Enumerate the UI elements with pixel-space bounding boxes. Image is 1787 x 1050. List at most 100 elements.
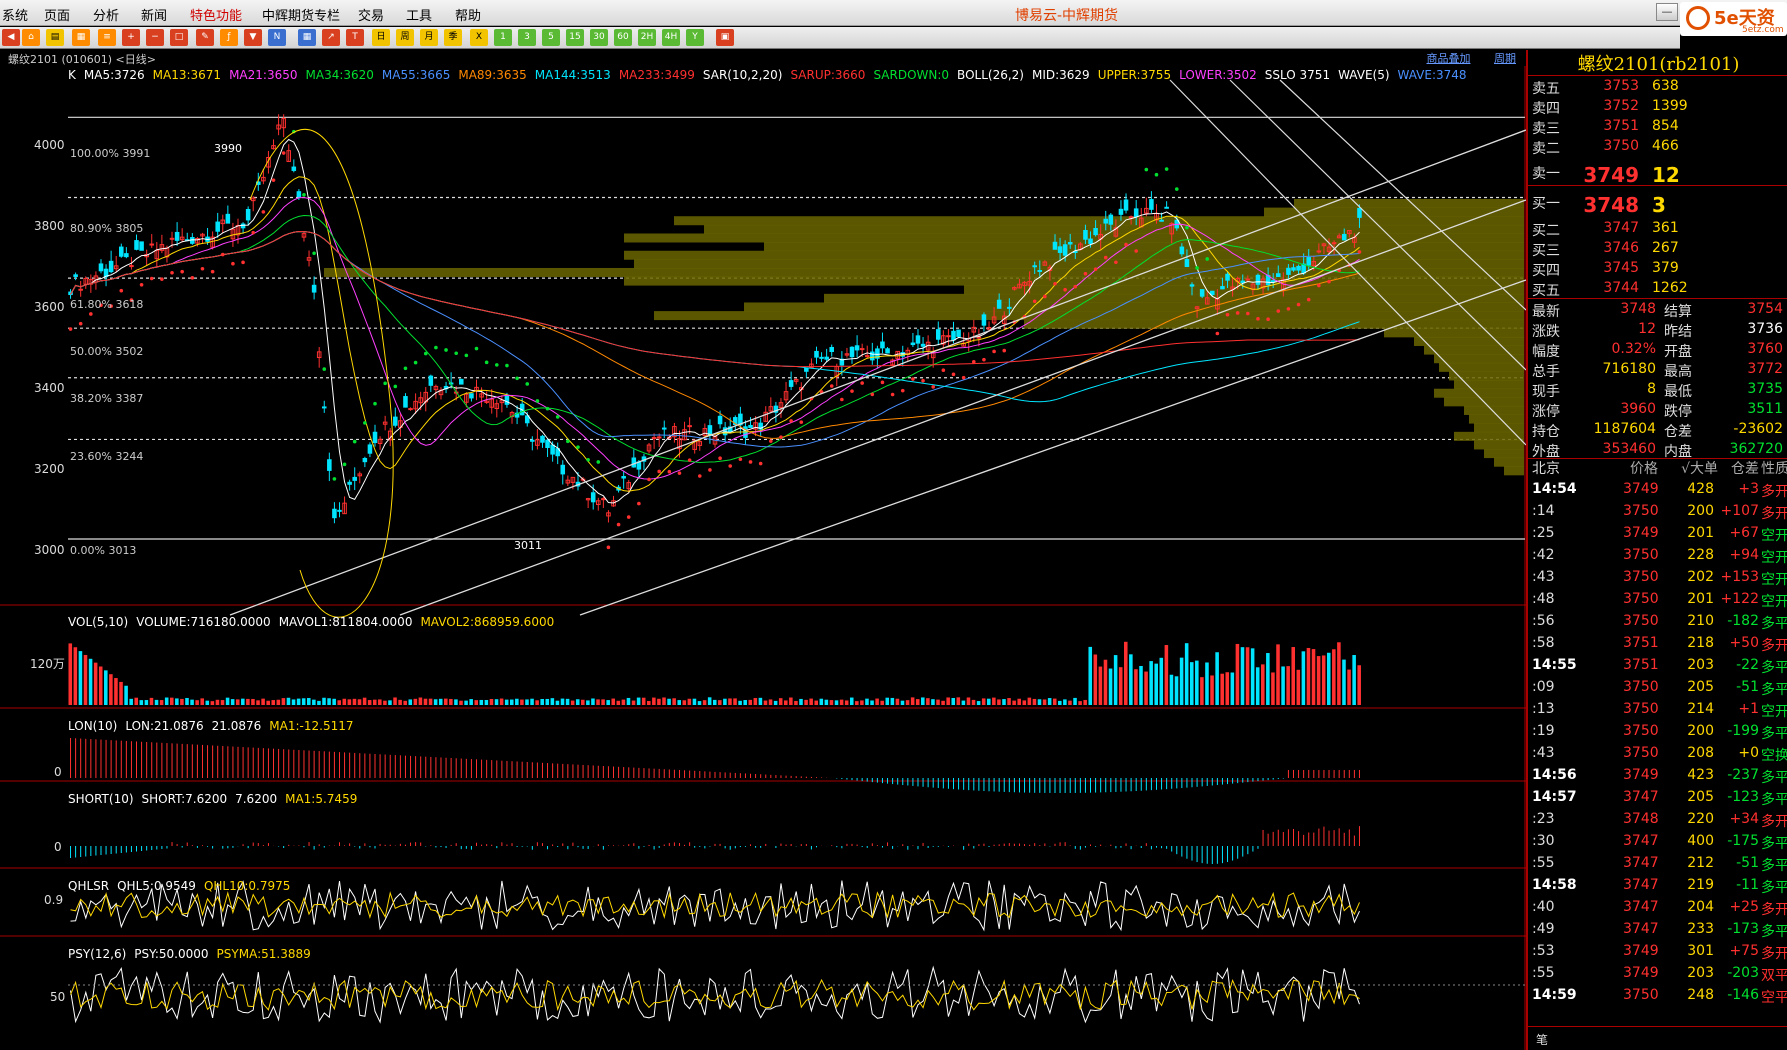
- sar-dot: [890, 392, 895, 397]
- volume-bar: [692, 698, 697, 705]
- home-icon[interactable]: ⌂: [22, 29, 40, 46]
- period-x-button[interactable]: X: [470, 29, 488, 46]
- candle-body: [1275, 273, 1281, 278]
- lon-axis-label: 0: [54, 765, 62, 779]
- sar-dot: [139, 282, 144, 287]
- volume-bar: [408, 699, 413, 705]
- new-icon[interactable]: N: [268, 29, 286, 46]
- list-icon[interactable]: ≡: [98, 29, 116, 46]
- tick-row: :58 3751 218 +50 多开: [1532, 635, 1787, 654]
- daily-icon[interactable]: 日: [372, 29, 390, 46]
- zoom-out-icon[interactable]: −: [146, 29, 164, 46]
- indicator-icon[interactable]: ƒ: [220, 29, 238, 46]
- bid-row[interactable]: 买三 3746 267: [1528, 240, 1787, 260]
- volume-bar: [616, 700, 621, 705]
- volume-bar: [581, 699, 585, 705]
- ask-row[interactable]: 卖三 3751 854: [1528, 118, 1787, 138]
- price-axis-label: 3000: [34, 543, 65, 557]
- volume-bar: [1261, 664, 1265, 705]
- grid-icon[interactable]: ▦: [298, 29, 316, 46]
- period-2h-button[interactable]: 2H: [638, 29, 656, 46]
- indicator-value: LON(10): [68, 719, 118, 733]
- candle-body: [1093, 227, 1098, 236]
- period-y-button[interactable]: Y: [686, 29, 704, 46]
- period-month-button[interactable]: 月: [420, 29, 438, 46]
- ask-row[interactable]: 卖四 3752 1399: [1528, 98, 1787, 118]
- period-3-button[interactable]: 3: [518, 29, 536, 46]
- menu-news[interactable]: 新闻: [141, 5, 167, 24]
- menu-featured[interactable]: 特色功能: [190, 5, 242, 24]
- candle-body: [321, 406, 327, 409]
- sar-dot: [545, 406, 550, 411]
- volume-bar: [504, 699, 509, 705]
- volume-profile-bar: [1474, 423, 1524, 433]
- tick-tab[interactable]: 笔: [1536, 1031, 1548, 1048]
- menu-trade[interactable]: 交易: [358, 5, 384, 24]
- bid-row[interactable]: 买四 3745 379: [1528, 260, 1787, 280]
- period-15-button[interactable]: 15: [566, 29, 584, 46]
- volume-bar: [1200, 677, 1204, 705]
- calendar-icon[interactable]: ▣: [716, 29, 734, 46]
- sar-dot: [231, 261, 235, 266]
- main-indicator-legend: K MA5:3726 MA13:3671 MA21:3650 MA34:3620 MA55…: [68, 68, 1475, 82]
- period-1-button[interactable]: 1: [494, 29, 512, 46]
- volume-bar: [423, 698, 428, 705]
- volume-bar: [164, 697, 169, 705]
- volume-bar: [241, 698, 245, 705]
- sar-dot: [1195, 266, 1199, 270]
- period-link[interactable]: 周期: [1494, 52, 1516, 65]
- volume-bar: [438, 698, 443, 705]
- volume-bar: [545, 698, 550, 705]
- period-5-button[interactable]: 5: [542, 29, 560, 46]
- period-60-button[interactable]: 60: [614, 29, 632, 46]
- bid-row[interactable]: 买一 3748 3: [1528, 193, 1787, 217]
- ask-row[interactable]: 卖二 3750 466: [1528, 138, 1787, 158]
- volume-bar: [1139, 665, 1143, 705]
- menu-tools[interactable]: 工具: [406, 5, 432, 24]
- bid-label: 买三: [1532, 243, 1560, 259]
- back-icon[interactable]: ◀: [2, 29, 20, 46]
- ask-row[interactable]: 卖一 3749 12: [1528, 163, 1787, 187]
- volume-bar: [784, 700, 788, 705]
- chart-icon[interactable]: ▦: [72, 29, 90, 46]
- menu-system[interactable]: 系统: [2, 5, 28, 24]
- period-quarter-button[interactable]: 季: [444, 29, 462, 46]
- bid-row[interactable]: 买五 3744 1262: [1528, 280, 1787, 300]
- menu-help[interactable]: 帮助: [455, 5, 481, 24]
- sar-dot: [718, 456, 722, 461]
- ask-row[interactable]: 卖五 3753 638: [1528, 78, 1787, 98]
- period-week-button[interactable]: 周: [396, 29, 414, 46]
- volume-bar: [814, 700, 819, 705]
- tick-icon[interactable]: T: [346, 29, 364, 46]
- app-window: 系统 页面 分析 新闻 特色功能 中辉期货专栏 交易 工具 帮助 博易云-中辉期…: [0, 0, 1787, 1050]
- menu-zhonghui-column[interactable]: 中辉期货专栏: [262, 5, 340, 24]
- overlay-link[interactable]: 商品叠加: [1427, 52, 1471, 65]
- volume-bar: [677, 700, 681, 705]
- volume-bar: [931, 699, 935, 705]
- candle-body: [1067, 242, 1073, 245]
- volume-bar: [1169, 674, 1174, 705]
- bid-row[interactable]: 买二 3747 361: [1528, 220, 1787, 240]
- kline-chart[interactable]: [0, 50, 1526, 1050]
- candle-body: [134, 240, 139, 250]
- period-30-button[interactable]: 30: [590, 29, 608, 46]
- menu-analysis[interactable]: 分析: [93, 5, 119, 24]
- minimize-button[interactable]: —: [1656, 3, 1678, 21]
- volume-bar: [1210, 675, 1214, 705]
- period-4h-button[interactable]: 4H: [662, 29, 680, 46]
- volume-bar: [322, 697, 326, 705]
- menu-page[interactable]: 页面: [44, 5, 70, 24]
- draw-icon[interactable]: ✎: [196, 29, 214, 46]
- zoom-in-icon[interactable]: +: [122, 29, 140, 46]
- bid-price: 3748: [1583, 193, 1639, 217]
- short-indicator-legend: SHORT(10) SHORT:7.6200 7.6200 MA1:5.7459: [68, 792, 365, 806]
- volume-bar: [748, 699, 753, 705]
- window-icon[interactable]: □: [170, 29, 188, 46]
- notes-icon[interactable]: ▤: [46, 29, 64, 46]
- volume-bar: [276, 699, 281, 705]
- chart-area[interactable]: 螺纹2101 (010601) <日线> 商品叠加 周期 K MA5:3726 MA…: [0, 50, 1526, 1050]
- volume-bar: [992, 697, 996, 705]
- volume-bar: [946, 697, 950, 705]
- line-chart-icon[interactable]: ↗: [322, 29, 340, 46]
- filter-icon[interactable]: ▼: [244, 29, 262, 46]
